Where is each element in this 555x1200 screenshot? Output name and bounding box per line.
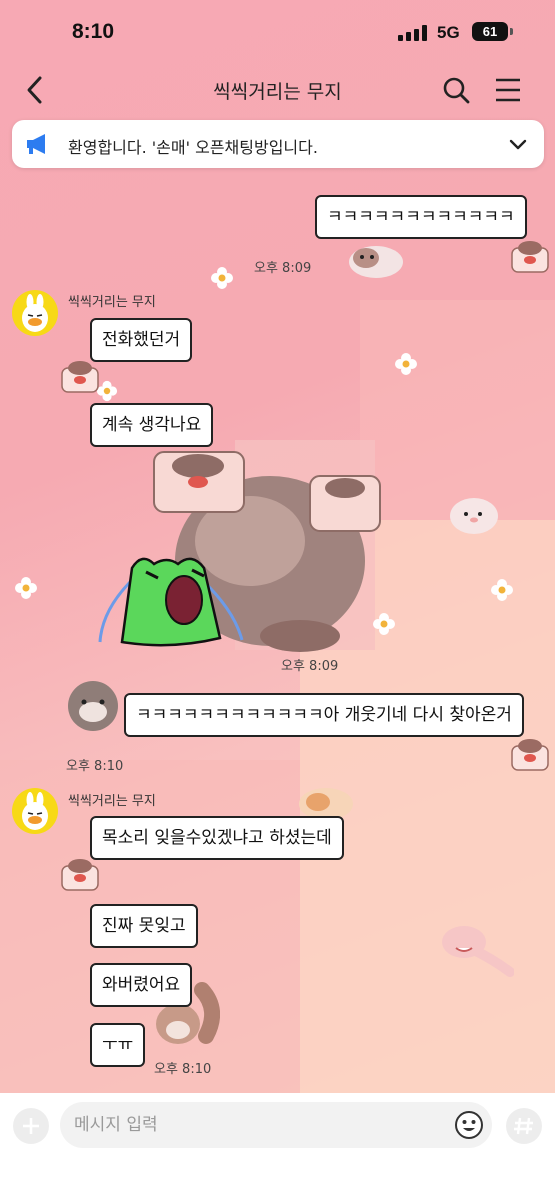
battery-tip (510, 28, 513, 35)
signal-icon (398, 25, 428, 41)
chat-header: 씩씩거리는 무지 (0, 64, 555, 116)
incoming-message-bubble[interactable]: 진짜 못잊고 (90, 904, 198, 948)
hamster-sticker-icon (68, 681, 118, 731)
sender-name: 씩씩거리는 무지 (68, 794, 156, 809)
hamster-sticker-icon (511, 739, 549, 771)
incoming-message-bubble[interactable]: ㅜㅠ (90, 1023, 146, 1067)
incoming-message-bubble[interactable]: 와버렸어요 (90, 963, 193, 1007)
incoming-message-bubble[interactable]: 목소리 잊을수있겠냐고 하셨는데 (90, 816, 344, 860)
message-timestamp: 오후 8:10 (154, 1062, 212, 1077)
message-timestamp: 오후 8:09 (254, 261, 312, 276)
frog-crying-sticker-icon (98, 557, 244, 647)
notice-text: 환영합니다. '손매' 오픈채팅방입니다. (68, 138, 318, 157)
message-timestamp: 오후 8:10 (66, 759, 124, 774)
network-type: 5G (437, 23, 460, 42)
axolotl-sticker-icon (442, 926, 514, 977)
menu-icon[interactable] (494, 76, 522, 104)
plus-icon[interactable] (13, 1108, 49, 1144)
sender-name: 씩씩거리는 무지 (68, 295, 156, 310)
search-icon[interactable] (442, 76, 470, 104)
emoji-icon[interactable] (454, 1110, 484, 1140)
incoming-message-bubble[interactable]: 계속 생각나요 (90, 403, 214, 447)
flower-icon (211, 267, 233, 289)
flower-icon (15, 577, 37, 599)
status-time: 8:10 (72, 20, 115, 43)
hamster-sticker-icon (349, 246, 403, 278)
chevron-down-icon[interactable] (508, 134, 528, 154)
message-input-box[interactable] (60, 1102, 492, 1148)
chat-title: 씩씩거리는 무지 (213, 81, 342, 103)
muzi-avatar-icon[interactable] (12, 290, 58, 336)
notice-banner[interactable]: 환영합니다. '손매' 오픈채팅방입니다. (12, 120, 544, 168)
outgoing-message-bubble[interactable]: ㅋㅋㅋㅋㅋㅋㅋㅋㅋㅋㅋㅋ아 개웃기네 다시 찾아온거 (124, 693, 524, 737)
incoming-message-bubble[interactable]: 전화했던거 (90, 318, 193, 362)
hamster-sticker-icon (61, 859, 99, 891)
message-composer (0, 1093, 555, 1200)
message-timestamp: 오후 8:09 (281, 659, 339, 674)
message-input[interactable] (74, 1102, 444, 1148)
hamster-sticker-icon (61, 361, 99, 393)
muzi-avatar-icon[interactable] (12, 788, 58, 834)
battery-icon: 61 (472, 22, 508, 41)
status-bar: 8:10 5G 61 (0, 0, 555, 64)
flower-icon (491, 579, 513, 601)
hamster-sticker-icon (450, 498, 498, 534)
hash-icon[interactable] (506, 1108, 542, 1144)
hamster-sticker-icon (511, 241, 549, 273)
outgoing-message-bubble[interactable]: ㅋㅋㅋㅋㅋㅋㅋㅋㅋㅋㅋㅋ (315, 195, 527, 239)
megaphone-icon (26, 133, 50, 155)
flower-icon (395, 353, 417, 375)
